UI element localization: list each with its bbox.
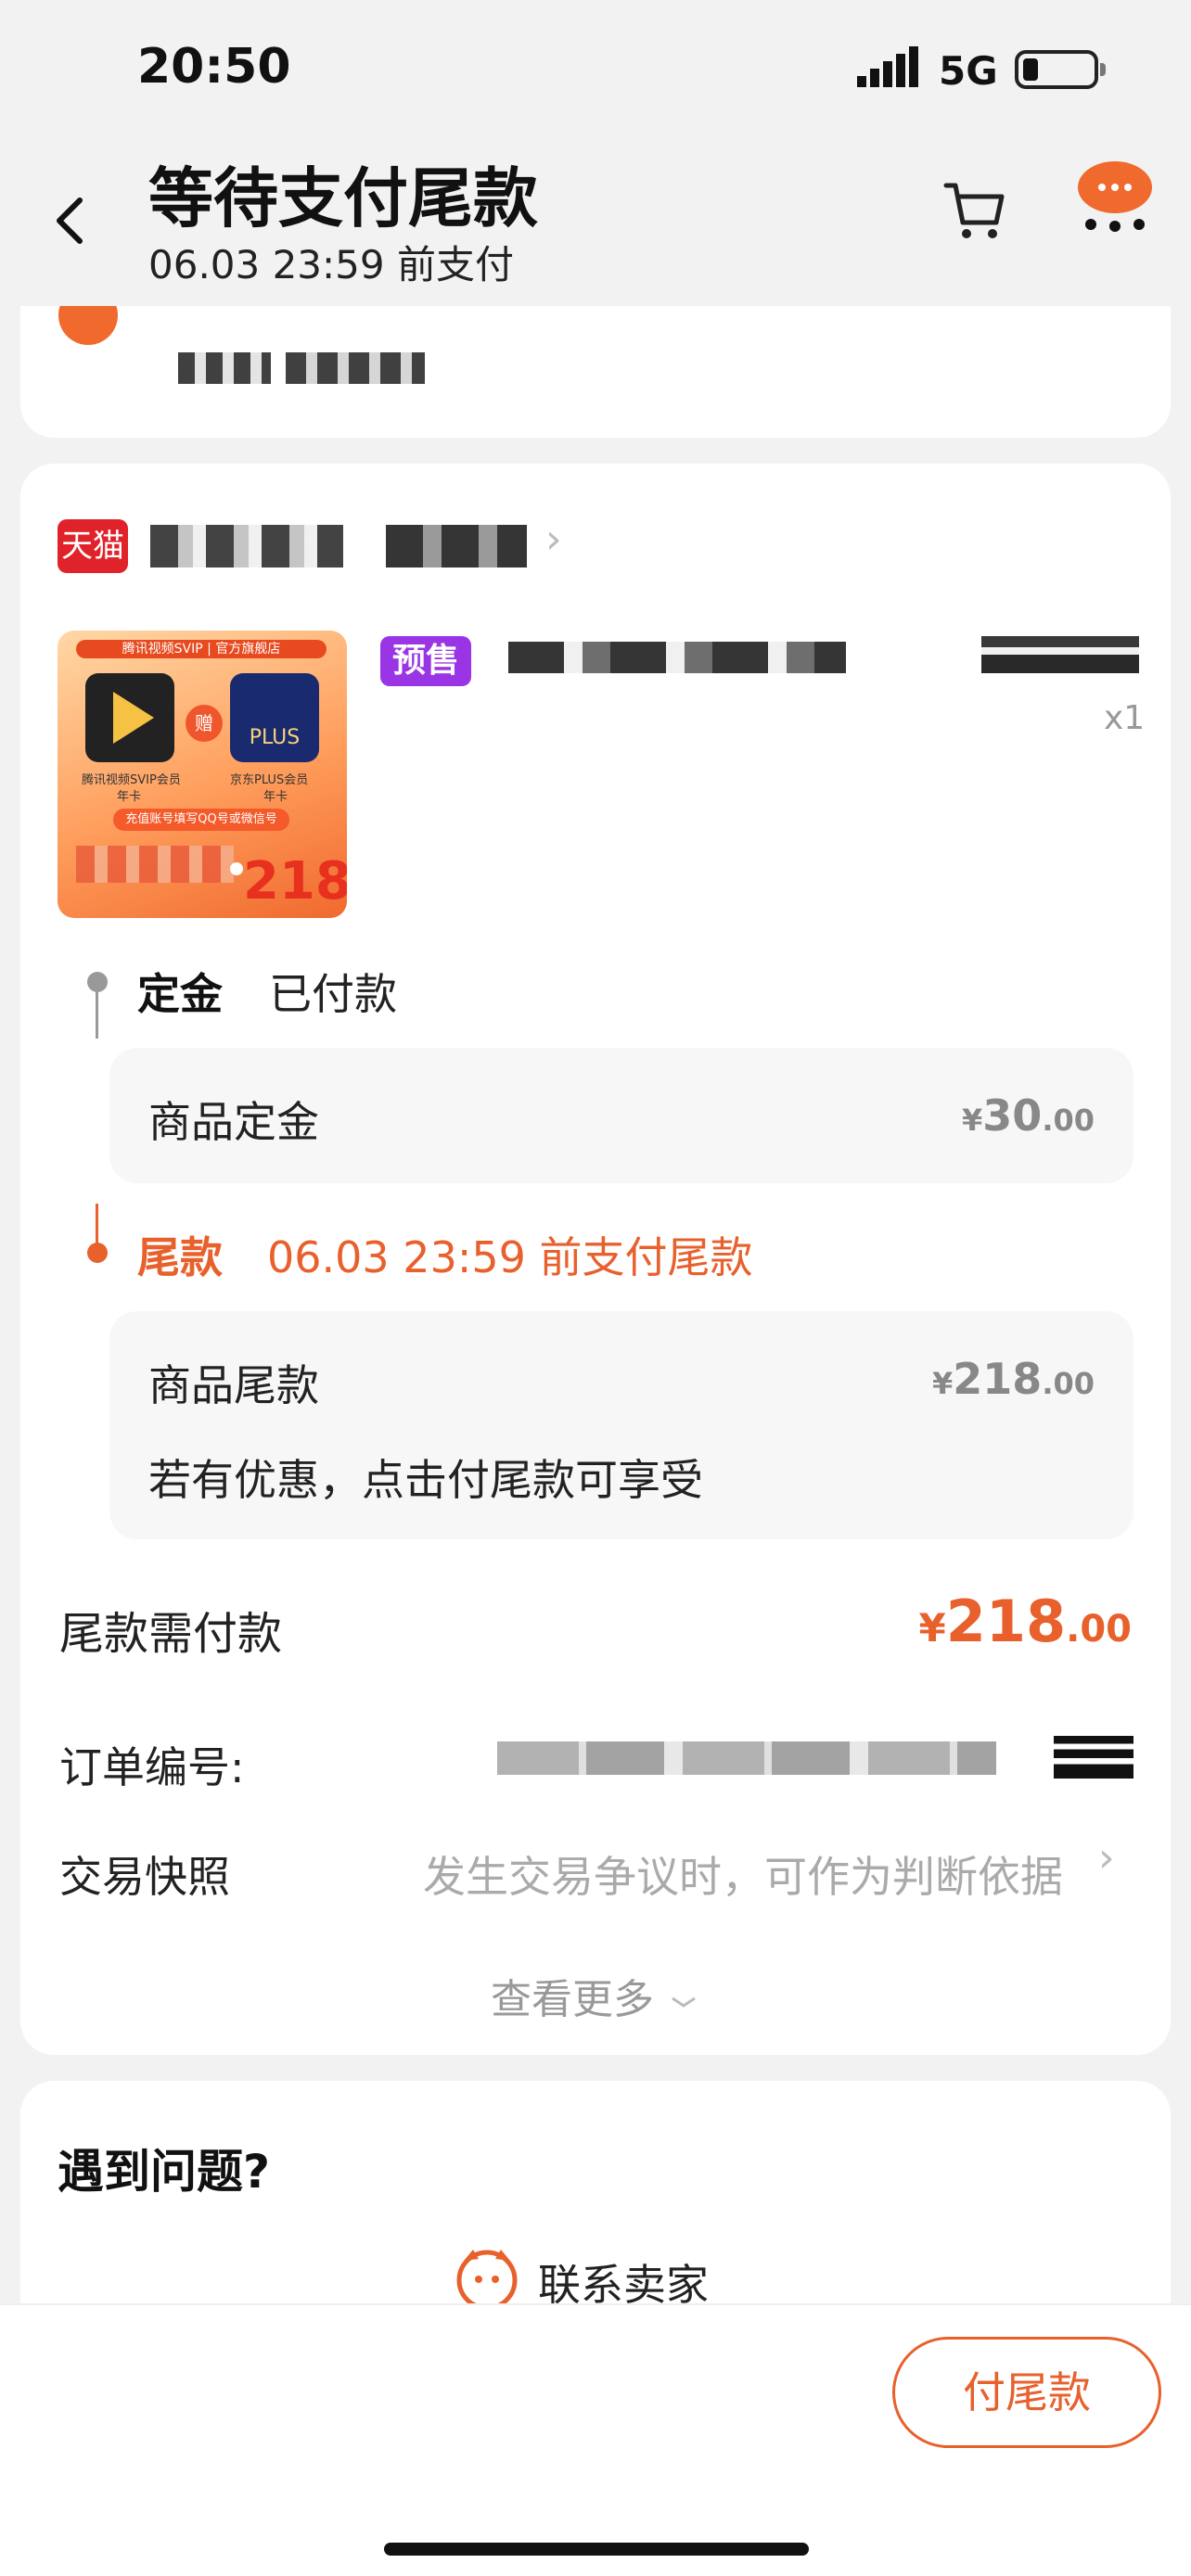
status-bar: 20:50 5G [0,0,1191,139]
image-left-label: 腾讯视频SVIP会员 [82,773,181,787]
discount-note: 若有优惠，点击付尾款可享受 [148,1455,703,1505]
see-more-label: 查看更多 [491,1976,654,2023]
due-amount: ¥218.00 [918,1588,1132,1655]
deposit-label: 定金 [137,969,223,1019]
cart-icon[interactable] [942,178,1007,243]
battery-icon [1015,50,1106,89]
balance-timeline-line [96,1204,98,1248]
snapshot-hint[interactable]: 发生交易争议时，可作为判断依据 [423,1843,1063,1905]
image-right-label: 京东PLUS会员 [230,773,309,787]
network-type: 5G [939,48,998,94]
chevron-down-icon [672,1996,696,2008]
store-chevron-icon[interactable]: › [545,516,562,563]
order-number-redacted[interactable] [497,1741,996,1775]
store-name-redacted[interactable] [150,525,343,567]
address-redacted [178,352,271,384]
tmall-logo: 天猫 [58,519,128,573]
product-title-redacted[interactable] [508,642,846,673]
balance-amount: ¥218.00 [932,1354,1095,1404]
plus-logo-icon: PLUS [230,673,319,762]
nav-bar: 等待支付尾款 06.03 23:59 前支付 [0,139,1191,306]
image-strip: 充值账号填写QQ号或微信号 [113,809,289,831]
image-text-redacted [76,846,234,883]
deposit-timeline-line [96,990,98,1039]
snapshot-chevron-icon[interactable]: › [1098,1834,1115,1881]
deposit-status: 已付款 [269,969,397,1019]
deposit-timeline-dot [87,972,108,992]
deposit-box: 商品定金 ¥30.00 [109,1048,1133,1183]
balance-box: 商品尾款 ¥218.00 若有优惠，点击付尾款可享受 [109,1311,1133,1539]
gift-badge: 赠 [186,705,223,742]
page-subtitle: 06.03 23:59 前支付 [148,242,514,287]
order-number-redacted-2[interactable] [1054,1736,1133,1779]
order-number-label: 订单编号: [59,1742,245,1792]
see-more-link[interactable]: 查看更多 [20,1966,1171,2025]
product-image[interactable]: 腾讯视频SVIP | 官方旗舰店 赠 PLUS 腾讯视频SVIP会员 年卡 京东… [58,631,347,918]
page-title: 等待支付尾款 [148,160,538,236]
back-arrow-icon[interactable] [50,193,87,249]
deposit-amount: ¥30.00 [962,1090,1095,1141]
video-logo-icon [85,673,174,762]
deposit-item-label: 商品定金 [148,1097,319,1147]
balance-label: 尾款 [137,1232,223,1282]
quantity: x1 [1104,699,1146,737]
due-label: 尾款需付款 [59,1608,283,1660]
snapshot-label[interactable]: 交易快照 [59,1843,230,1905]
address-redacted-2 [286,352,425,384]
signal-icon [857,46,918,87]
home-indicator[interactable] [384,2543,809,2556]
store-name-redacted-2[interactable] [386,525,527,567]
order-card: 天猫 › 腾讯视频SVIP | 官方旗舰店 赠 PLUS 腾讯视频SVIP会员 … [20,464,1171,2055]
seller-chat-icon [456,2250,518,2311]
balance-timeline-dot [87,1243,108,1263]
help-title: 遇到问题? [58,2145,271,2199]
product-title-redacted-2[interactable] [981,636,1139,673]
image-price: 218 [243,851,347,912]
image-left-sub: 年卡 [117,790,142,804]
presale-tag: 预售 [380,636,471,686]
balance-deadline: 06.03 23:59 前支付尾款 [267,1232,753,1282]
image-dot [230,862,243,875]
more-bubble-icon[interactable] [1076,158,1154,232]
status-time: 20:50 [137,39,291,95]
pay-balance-button[interactable]: 付尾款 [892,2337,1161,2448]
image-banner: 腾讯视频SVIP | 官方旗舰店 [76,640,327,658]
balance-item-label: 商品尾款 [148,1360,319,1410]
image-right-sub: 年卡 [263,790,288,804]
bottom-action-bar: 付尾款 [0,2303,1191,2576]
